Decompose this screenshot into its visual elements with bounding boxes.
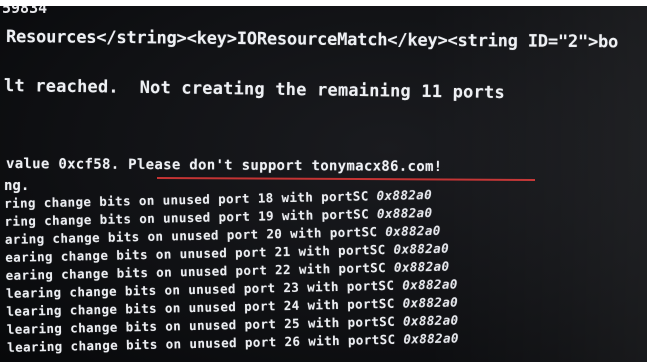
port-log-hex: 0x882a0: [393, 240, 450, 257]
boot-console-screen: 59834 Resources</string><key>IOResourceM…: [0, 6, 647, 362]
port-log-hex: 0x882a0: [403, 330, 460, 347]
port-log-hex: 0x882a0: [376, 204, 433, 222]
iokit-resources-line: Resources</string><key>IOResourceMatch</…: [5, 27, 619, 53]
port-log-hex: 0x882a0: [385, 222, 441, 239]
red-underline: [156, 177, 536, 181]
port-log-hex: 0x882a0: [402, 276, 458, 293]
value-prefix: value 0xcf58.: [5, 156, 129, 173]
top-clipped-text: 59834: [2, 6, 48, 17]
port-log-hex: 0x882a0: [402, 312, 459, 329]
value-line: value 0xcf58. Please don't support tonym…: [6, 156, 443, 175]
port-log-hex: 0x882a0: [393, 258, 450, 275]
port-log-list: ring change bits on unused port 18 with …: [0, 182, 647, 362]
ng-line: ng.: [4, 178, 30, 194]
port-log-hex: 0x882a0: [376, 186, 433, 204]
photo-frame: 59834 Resources</string><key>IOResourceM…: [0, 0, 647, 362]
port-limit-line: lt reached. Not creating the remaining 1…: [3, 76, 505, 103]
port-log-hex: 0x882a0: [402, 294, 459, 311]
support-message: Please don't support tonymacx86.com!: [128, 156, 443, 176]
